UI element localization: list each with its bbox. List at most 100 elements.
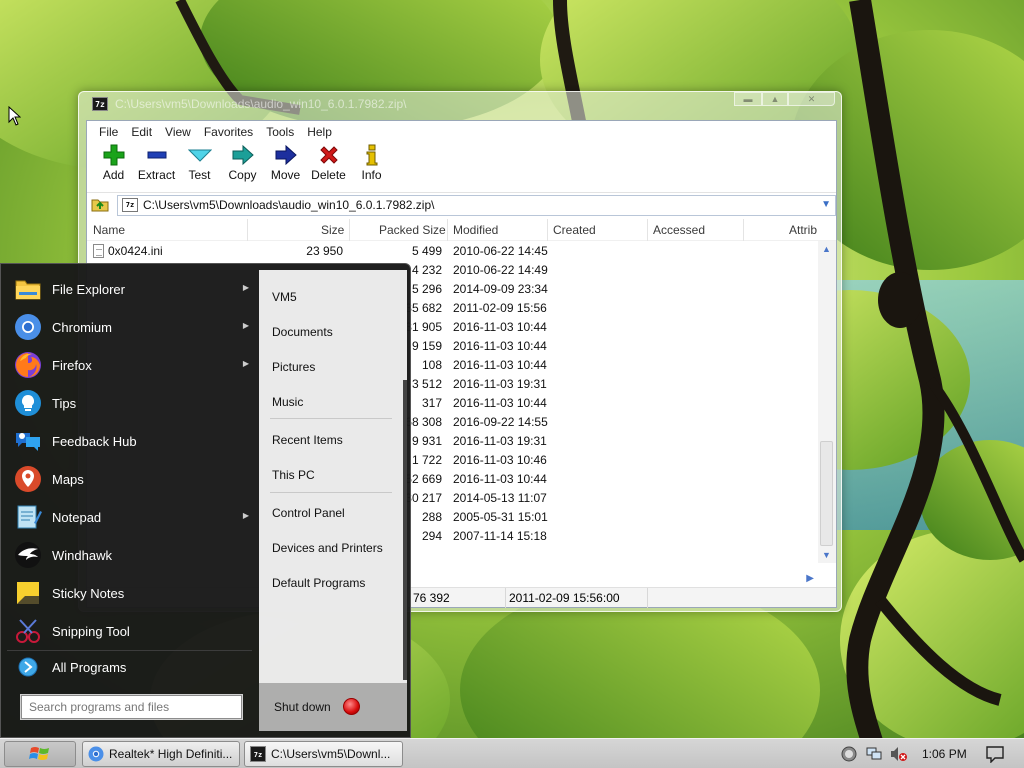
clock[interactable]: 1:06 PM xyxy=(922,747,967,761)
copy-button[interactable]: Copy xyxy=(221,142,264,190)
start-item-sticky-notes[interactable]: Sticky Notes xyxy=(7,574,257,612)
places-scrollbar[interactable] xyxy=(403,270,407,683)
column-created[interactable]: Created xyxy=(553,223,596,237)
start-item-tips[interactable]: Tips xyxy=(7,384,257,422)
extract-button[interactable]: Extract xyxy=(135,142,178,190)
table-row[interactable]: 0x0424.ini 23 950 5 499 2010-06-22 14:45 xyxy=(87,241,818,260)
program-list: File Explorer ▶ Chromium ▶ Firefox ▶ Tips Feedb… xyxy=(7,270,257,650)
start-item-file-explorer[interactable]: File Explorer ▶ xyxy=(7,270,257,308)
window-title: C:\Users\vm5\Downloads\audio_win10_6.0.1… xyxy=(115,97,407,111)
taskbar: Realtek* High Definiti... 7z C:\Users\vm… xyxy=(0,738,1024,768)
taskbar-item-realtek[interactable]: Realtek* High Definiti... xyxy=(82,741,240,767)
7zip-icon: 7z xyxy=(250,746,266,762)
place-documents[interactable]: Documents xyxy=(272,325,333,339)
start-item-maps[interactable]: Maps xyxy=(7,460,257,498)
column-name[interactable]: Name xyxy=(93,223,125,237)
info-icon xyxy=(364,142,380,168)
notification-icon[interactable] xyxy=(985,745,1005,764)
menu-help[interactable]: Help xyxy=(300,125,338,139)
zip-archive-icon: 7z xyxy=(121,198,138,212)
path-combobox[interactable]: 7z C:\Users\vm5\Downloads\audio_win10_6.… xyxy=(116,194,836,216)
places-pane: VM5 Documents Pictures Music Recent Item… xyxy=(259,270,407,683)
start-item-firefox[interactable]: Firefox ▶ xyxy=(7,346,257,384)
column-packed-size[interactable]: Packed Size xyxy=(379,223,446,237)
all-programs-button[interactable]: All Programs xyxy=(7,652,257,682)
place-recent-items[interactable]: Recent Items xyxy=(272,433,343,447)
window-titlebar[interactable]: 7z C:\Users\vm5\Downloads\audio_win10_6.… xyxy=(79,92,841,120)
shutdown-label: Shut down xyxy=(274,699,331,714)
taskbar-item-7zip[interactable]: 7z C:\Users\vm5\Downl... xyxy=(244,741,403,767)
menu-tools[interactable]: Tools xyxy=(259,125,300,139)
folder-up-button[interactable] xyxy=(91,196,111,215)
scroll-up-icon[interactable]: ▲ xyxy=(822,244,831,254)
column-accessed[interactable]: Accessed xyxy=(653,223,705,237)
shutdown-button[interactable]: Shut down xyxy=(274,698,360,715)
start-item-notepad[interactable]: Notepad ▶ xyxy=(7,498,257,536)
file-packed-size: 1 722 xyxy=(411,453,442,467)
place-pictures[interactable]: Pictures xyxy=(272,360,315,374)
tray-arrow-icon[interactable] xyxy=(840,745,858,763)
extract-label: Extract xyxy=(137,168,176,182)
chevron-down-icon[interactable]: ▼ xyxy=(821,199,831,210)
start-button[interactable] xyxy=(4,741,76,767)
column-attrib[interactable]: Attrib xyxy=(789,223,817,237)
move-button[interactable]: Move xyxy=(264,142,307,190)
file-modified: 2016-11-03 10:44 xyxy=(453,339,547,353)
start-item-label: Windhawk xyxy=(52,547,112,563)
place-vm5[interactable]: VM5 xyxy=(272,290,297,304)
start-item-label: Maps xyxy=(52,471,84,487)
menu-file[interactable]: File xyxy=(92,125,124,139)
file-modified: 2010-06-22 14:45 xyxy=(453,244,548,258)
status-modified: 2011-02-09 15:56:00 xyxy=(509,591,620,605)
place-this-pc[interactable]: This PC xyxy=(272,468,315,482)
path-text: C:\Users\vm5\Downloads\audio_win10_6.0.1… xyxy=(142,198,435,212)
scroll-down-icon[interactable]: ▼ xyxy=(822,550,831,560)
power-icon xyxy=(342,698,360,715)
mouse-cursor-icon xyxy=(8,105,22,129)
test-button[interactable]: Test xyxy=(178,142,221,190)
scroll-thumb[interactable] xyxy=(820,441,833,546)
column-modified[interactable]: Modified xyxy=(453,223,498,237)
tips-icon xyxy=(13,388,43,418)
menu-bar: File Edit View Favorites Tools Help xyxy=(87,121,836,142)
volume-muted-icon[interactable] xyxy=(890,745,908,763)
minimize-button[interactable]: ▬ xyxy=(734,92,762,106)
place-default-programs[interactable]: Default Programs xyxy=(272,576,365,590)
delete-icon xyxy=(318,142,340,168)
file-name: 0x0424.ini xyxy=(93,244,163,258)
move-label: Move xyxy=(270,168,301,182)
info-button[interactable]: Info xyxy=(350,142,393,190)
scroll-right-icon[interactable]: ▶ xyxy=(806,573,814,584)
close-button[interactable]: ✕ xyxy=(788,92,835,106)
file-packed-size: 9 159 xyxy=(411,339,442,353)
add-button[interactable]: Add xyxy=(92,142,135,190)
vertical-scrollbar[interactable]: ▲ ▼ xyxy=(818,241,836,563)
menu-view[interactable]: View xyxy=(158,125,197,139)
all-programs-icon xyxy=(13,652,43,682)
place-devices-and-printers[interactable]: Devices and Printers xyxy=(272,541,383,555)
start-item-windhawk[interactable]: Windhawk xyxy=(7,536,257,574)
place-control-panel[interactable]: Control Panel xyxy=(272,506,345,520)
chromium-icon xyxy=(88,746,104,762)
toolbar: Add Extract Test Copy Move Delete Info xyxy=(87,142,836,192)
taskbar-item-label: Realtek* High Definiti... xyxy=(109,747,233,761)
place-music[interactable]: Music xyxy=(272,395,303,409)
start-item-label: Firefox xyxy=(52,357,92,373)
file-packed-size: 288 xyxy=(421,510,442,524)
maximize-button[interactable]: ▲ xyxy=(762,92,788,106)
start-item-feedback-hub[interactable]: Feedback Hub xyxy=(7,422,257,460)
start-item-chromium[interactable]: Chromium ▶ xyxy=(7,308,257,346)
file-modified: 2016-11-03 10:44 xyxy=(453,358,547,372)
start-item-snipping-tool[interactable]: Snipping Tool xyxy=(7,612,257,650)
file-modified: 2016-09-22 14:55 xyxy=(453,415,548,429)
menu-edit[interactable]: Edit xyxy=(124,125,158,139)
status-packed-total: 76 392 xyxy=(413,591,450,605)
search-input[interactable] xyxy=(22,696,241,718)
file-modified: 2005-05-31 15:01 xyxy=(453,510,548,524)
add-icon xyxy=(103,142,125,168)
search-box[interactable] xyxy=(21,695,242,719)
column-size[interactable]: Size xyxy=(321,223,344,237)
delete-button[interactable]: Delete xyxy=(307,142,350,190)
network-icon[interactable] xyxy=(865,745,883,763)
menu-favorites[interactable]: Favorites xyxy=(197,125,259,139)
